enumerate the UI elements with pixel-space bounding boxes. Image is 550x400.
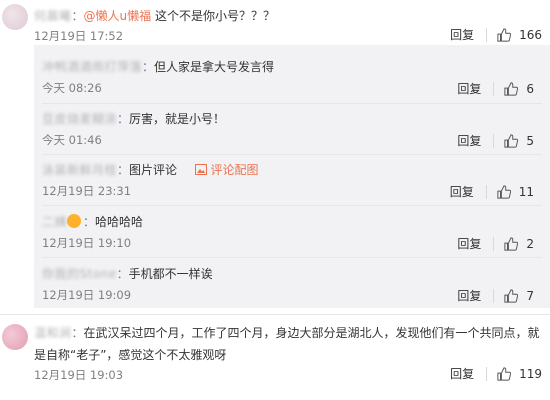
- comment-text: 这个不是你小号？？？: [154, 9, 275, 23]
- reply-text: 手机都不一样诶: [128, 267, 213, 281]
- username[interactable]: 温和涧: [34, 326, 72, 340]
- colon: ：: [142, 60, 155, 74]
- timestamp: 12月19日 19:03: [34, 368, 124, 382]
- reply-button[interactable]: 回复: [450, 183, 474, 200]
- divider: [0, 314, 550, 315]
- divider: [486, 27, 488, 42]
- thumbs-up-icon[interactable]: [497, 27, 512, 42]
- avatar[interactable]: [2, 324, 28, 350]
- like-count: 5: [526, 133, 534, 148]
- colon: ：: [117, 163, 130, 177]
- divider: [493, 236, 495, 251]
- thumbs-up-icon[interactable]: [497, 366, 512, 381]
- reply-actions: 回复 5: [457, 132, 534, 149]
- comment-actions: 回复 119: [450, 365, 542, 382]
- like-count: 166: [519, 27, 542, 42]
- timestamp: 今天 01:46: [42, 133, 102, 147]
- timestamp: 12月19日 17:52: [34, 29, 124, 43]
- divider: [493, 288, 495, 303]
- divider: [42, 205, 542, 206]
- reply-button[interactable]: 回复: [450, 365, 474, 382]
- thumbs-up-icon[interactable]: [504, 236, 519, 251]
- comment-1: 何晨曦：@懒人u懒福 这个不是你小号？？？ 12月19日 17:52 回复 16…: [0, 4, 550, 44]
- colon: ：: [117, 112, 130, 126]
- timestamp: 12月19日 23:31: [42, 184, 132, 198]
- reply-actions: 回复 6: [457, 80, 534, 97]
- reply-actions: 回复 7: [457, 287, 534, 304]
- divider: [493, 133, 495, 148]
- username[interactable]: 泳装新鲜月桂: [42, 163, 117, 177]
- reply-item: 泳装新鲜月桂：图片评论 评论配图 12月19日 23:31 回复 11: [42, 161, 550, 199]
- reply-actions: 回复 11: [450, 183, 534, 200]
- timestamp: 今天 08:26: [42, 81, 102, 95]
- reply-button[interactable]: 回复: [457, 235, 481, 252]
- reply-text: 厉害，就是小号！: [129, 112, 226, 126]
- username[interactable]: 何晨曦: [34, 9, 72, 23]
- reply-text: 但人家是拿大号发言得: [154, 60, 275, 74]
- colon: ：: [83, 215, 96, 229]
- divider: [493, 81, 495, 96]
- divider: [42, 103, 542, 104]
- comment-text: 在武汉呆过四个月，工作了四个月，身边大部分是湖北人，发现他们有一个共同点，就是自…: [34, 326, 540, 362]
- like-count: 119: [519, 366, 542, 381]
- like-count: 6: [526, 81, 534, 96]
- image-comment-link[interactable]: 评论配图: [211, 163, 259, 177]
- comment-body: 何晨曦：@懒人u懒福 这个不是你小号？？？: [34, 7, 275, 24]
- comment-2: 温和涧：在武汉呆过四个月，工作了四个月，身边大部分是湖北人，发现他们有一个共同点…: [0, 320, 550, 395]
- username[interactable]: 冲鸭酒酒雨打萍落: [42, 60, 142, 74]
- colon: ：: [71, 9, 84, 23]
- divider: [42, 154, 542, 155]
- colon: ：: [71, 326, 84, 340]
- username[interactable]: 豆皮烧麦糊涂: [42, 112, 117, 126]
- thumbs-up-icon[interactable]: [504, 288, 519, 303]
- colon: ：: [116, 267, 129, 281]
- username[interactable]: 二姨: [42, 215, 67, 229]
- like-count: 7: [526, 288, 534, 303]
- thumbs-up-icon[interactable]: [504, 81, 519, 96]
- username[interactable]: 你我的Stone: [42, 267, 117, 281]
- divider: [485, 184, 487, 199]
- reply-item: 冲鸭酒酒雨打萍落：但人家是拿大号发言得 今天 08:26 回复 6: [42, 58, 550, 96]
- divider: [486, 366, 488, 381]
- comment-body: 温和涧：在武汉呆过四个月，工作了四个月，身边大部分是湖北人，发现他们有一个共同点…: [34, 322, 540, 366]
- reply-item: 二姨 ：哈哈哈哈 12月19日 19:10 回复 2: [42, 213, 550, 251]
- replies-panel: 冲鸭酒酒雨打萍落：但人家是拿大号发言得 今天 08:26 回复 6 豆皮烧麦糊涂…: [34, 45, 550, 308]
- reply-item: 豆皮烧麦糊涂：厉害，就是小号！ 今天 01:46 回复 5: [42, 110, 550, 148]
- badge-icon: [67, 214, 82, 228]
- reply-text: 图片评论: [129, 163, 178, 177]
- reply-button[interactable]: 回复: [450, 26, 474, 43]
- reply-item: 你我的Stone：手机都不一样诶 12月19日 19:09 回复 7: [42, 265, 550, 303]
- timestamp: 12月19日 19:10: [42, 236, 132, 250]
- image-icon: [194, 164, 207, 175]
- like-count: 11: [518, 184, 534, 199]
- avatar[interactable]: [2, 4, 28, 30]
- divider: [42, 257, 542, 258]
- reply-button[interactable]: 回复: [457, 287, 481, 304]
- thumbs-up-icon[interactable]: [497, 184, 511, 199]
- comment-actions: 回复 166: [450, 26, 542, 43]
- reply-actions: 回复 2: [457, 235, 534, 252]
- mention-link[interactable]: @懒人u懒福: [84, 9, 152, 23]
- reply-button[interactable]: 回复: [457, 80, 481, 97]
- reply-text: 哈哈哈哈: [95, 215, 144, 229]
- reply-button[interactable]: 回复: [457, 132, 481, 149]
- thumbs-up-icon[interactable]: [504, 133, 519, 148]
- like-count: 2: [526, 236, 534, 251]
- timestamp: 12月19日 19:09: [42, 288, 132, 302]
